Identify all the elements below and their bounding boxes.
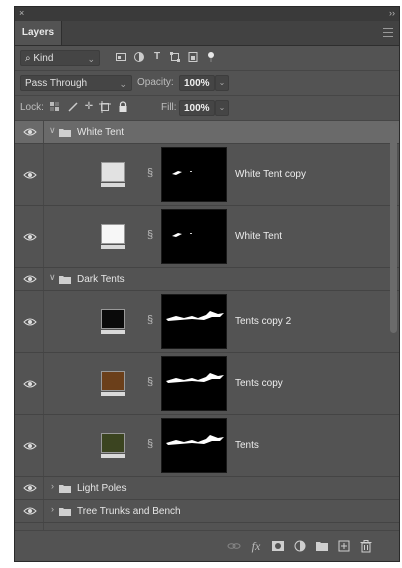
layer-name: Tents copy xyxy=(235,378,283,389)
chevron-down-icon: ⌄ xyxy=(119,79,127,89)
layer-thumbnail xyxy=(101,371,125,397)
layer-mask-thumbnail[interactable] xyxy=(161,418,227,473)
lock-row: Lock: ✛ Fill: 100% ⌄ xyxy=(15,96,399,121)
link-chain-icon[interactable]: § xyxy=(147,314,153,326)
layer-name: Tents copy 2 xyxy=(235,316,292,327)
trash-icon[interactable] xyxy=(359,539,373,553)
lock-label: Lock: xyxy=(20,102,44,113)
fill-label: Fill: xyxy=(161,102,177,113)
new-group-icon[interactable] xyxy=(315,539,329,553)
panel-topbar: × ›› xyxy=(15,7,399,21)
panel-menu-icon[interactable] xyxy=(383,28,393,40)
fx-button[interactable]: fx xyxy=(249,539,263,553)
layer-name: White Tent copy xyxy=(235,169,306,180)
lock-transparent-icon[interactable] xyxy=(49,101,61,113)
layer-mask-thumbnail[interactable] xyxy=(161,209,227,264)
collapse-panel-icon[interactable]: ›› xyxy=(389,8,395,18)
adjustment-layer-icon[interactable] xyxy=(293,539,307,553)
tab-row: Layers xyxy=(15,21,399,46)
visibility-eye-icon[interactable] xyxy=(23,170,37,180)
lock-artboard-icon[interactable] xyxy=(99,101,111,113)
tab-layers[interactable]: Layers xyxy=(15,21,62,45)
layer-name: Light Poles xyxy=(77,483,127,494)
layer-thumbnail xyxy=(101,224,125,250)
chevron-down-icon: ⌄ xyxy=(87,54,95,64)
folder-icon xyxy=(59,485,71,493)
lock-all-icon[interactable] xyxy=(117,101,129,113)
adjustment-filter-icon[interactable] xyxy=(133,51,145,63)
layer-thumbnail xyxy=(101,309,125,335)
visibility-eye-icon[interactable] xyxy=(23,127,37,137)
layer-tents[interactable]: § Tents xyxy=(15,415,399,477)
link-chain-icon[interactable]: § xyxy=(147,438,153,450)
layer-mask-thumbnail[interactable] xyxy=(161,356,227,411)
filter-toggle-icon[interactable] xyxy=(205,51,217,63)
link-layers-icon[interactable] xyxy=(227,539,241,553)
layer-tents-copy-2[interactable]: § Tents copy 2 xyxy=(15,291,399,353)
layer-thumbnail xyxy=(101,433,125,459)
image-filter-icon[interactable] xyxy=(115,51,127,63)
filter-row: ⌕ Kind ⌄ T xyxy=(15,46,399,71)
visibility-eye-icon[interactable] xyxy=(23,317,37,327)
filter-kind-select[interactable]: ⌕ Kind ⌄ xyxy=(20,50,100,66)
blend-mode-value: Pass Through xyxy=(25,78,88,89)
visibility-eye-icon[interactable] xyxy=(23,506,37,516)
layer-group-tree-trunks-and-bench[interactable]: › Tree Trunks and Bench xyxy=(15,500,399,523)
layer-white-tent[interactable]: § White Tent xyxy=(15,206,399,268)
collapsed-chevron-icon[interactable]: › xyxy=(51,504,54,514)
folder-icon xyxy=(59,508,71,516)
expand-chevron-icon[interactable]: ∨ xyxy=(49,272,56,283)
lock-pixels-icon[interactable] xyxy=(67,101,79,113)
link-chain-icon[interactable]: § xyxy=(147,229,153,241)
close-panel-icon[interactable]: × xyxy=(19,8,24,18)
layer-list: ∨ White Tent § White Tent copy § White T… xyxy=(15,121,399,531)
layer-name: White Tent xyxy=(77,127,125,138)
layer-mask-thumbnail[interactable] xyxy=(161,147,227,202)
folder-icon xyxy=(59,129,71,137)
link-chain-icon[interactable]: § xyxy=(147,167,153,179)
layer-white-tent-copy[interactable]: § White Tent copy xyxy=(15,144,399,206)
layer-group-light-poles[interactable]: › Light Poles xyxy=(15,477,399,500)
opacity-slider-icon[interactable]: ⌄ xyxy=(215,75,229,91)
search-icon: ⌕ xyxy=(25,53,31,64)
link-chain-icon[interactable]: § xyxy=(147,376,153,388)
layer-name: Tents xyxy=(235,440,259,451)
visibility-eye-icon[interactable] xyxy=(23,441,37,451)
visibility-eye-icon[interactable] xyxy=(23,379,37,389)
new-layer-icon[interactable] xyxy=(337,539,351,553)
layer-group-white-tent[interactable]: ∨ White Tent xyxy=(15,121,399,144)
shape-filter-icon[interactable] xyxy=(169,51,181,63)
layer-thumbnail xyxy=(101,162,125,188)
folder-icon xyxy=(59,276,71,284)
blend-mode-select[interactable]: Pass Through ⌄ xyxy=(20,75,132,91)
collapsed-chevron-icon[interactable]: › xyxy=(51,481,54,491)
lock-position-icon[interactable]: ✛ xyxy=(83,101,95,113)
scrollbar-thumb[interactable] xyxy=(390,123,397,333)
layer-name: Tree Trunks and Bench xyxy=(77,506,181,517)
expand-chevron-icon[interactable]: ∨ xyxy=(49,125,56,136)
blend-row: Pass Through ⌄ Opacity: 100% ⌄ xyxy=(15,71,399,96)
visibility-eye-icon[interactable] xyxy=(23,274,37,284)
visibility-eye-icon[interactable] xyxy=(23,232,37,242)
layers-panel: × ›› Layers ⌕ Kind ⌄ T Pass Through ⌄ Op… xyxy=(14,6,400,562)
opacity-label: Opacity: xyxy=(137,77,174,88)
filter-kind-label: Kind xyxy=(33,53,54,64)
opacity-field[interactable]: 100% xyxy=(179,75,215,91)
fill-field[interactable]: 100% xyxy=(179,100,215,116)
fill-slider-icon[interactable]: ⌄ xyxy=(215,100,229,116)
layer-mask-thumbnail[interactable] xyxy=(161,294,227,349)
panel-footer: fx xyxy=(15,530,399,561)
layer-name: Dark Tents xyxy=(77,274,125,285)
layer-group-dark-tents[interactable]: ∨ Dark Tents xyxy=(15,268,399,291)
type-filter-icon[interactable]: T xyxy=(151,51,163,63)
layer-tents-copy[interactable]: § Tents copy xyxy=(15,353,399,415)
add-mask-icon[interactable] xyxy=(271,539,285,553)
smart-object-filter-icon[interactable] xyxy=(187,51,199,63)
layer-name: White Tent xyxy=(235,231,283,242)
visibility-eye-icon[interactable] xyxy=(23,483,37,493)
